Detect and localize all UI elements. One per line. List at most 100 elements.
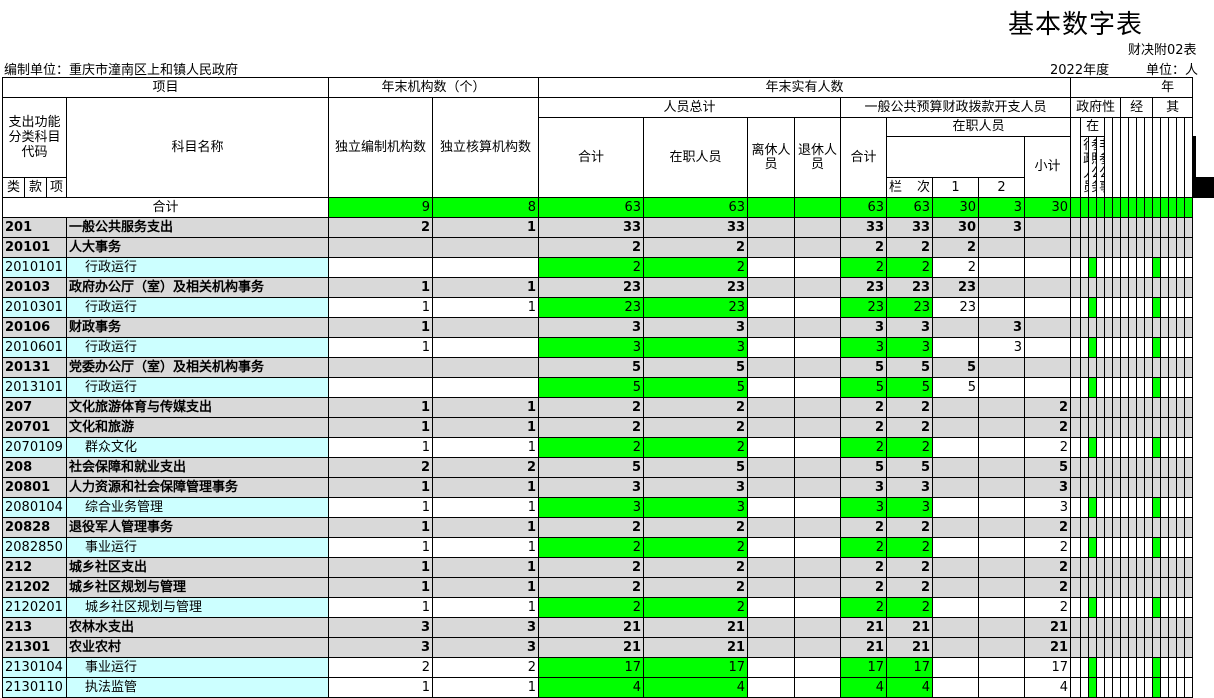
value-cell: 1 <box>432 477 540 498</box>
header-subject-name: 科目名称 <box>65 97 330 198</box>
value-cell: 1 <box>432 517 540 538</box>
value-cell: 2 <box>432 457 540 478</box>
value-cell <box>328 257 434 278</box>
value-cell <box>432 377 540 398</box>
subject-name: 城乡社区规划与管理 <box>65 577 330 598</box>
subject-code: 21202 <box>2 577 67 598</box>
value-cell: 2 <box>538 597 645 618</box>
value-cell: 1 <box>328 537 434 558</box>
value-cell <box>794 197 842 218</box>
value-cell: 21 <box>538 637 645 658</box>
header-on-duty: 在职人员 <box>886 117 1072 137</box>
value-cell <box>932 437 980 458</box>
value-cell: 2 <box>538 517 645 538</box>
value-cell <box>1024 317 1072 338</box>
value-cell <box>978 277 1026 298</box>
value-cell: 21 <box>1024 637 1072 658</box>
value-cell: 2 <box>1024 537 1072 558</box>
value-cell: 2 <box>1024 417 1072 438</box>
value-cell: 2 <box>538 537 645 558</box>
subject-code: 2082850 <box>2 537 67 558</box>
value-cell <box>932 617 980 638</box>
value-cell <box>747 217 796 238</box>
value-cell: 1 <box>432 557 540 578</box>
value-cell: 3 <box>432 617 540 638</box>
value-cell <box>747 237 796 258</box>
header-jing: 经 <box>1120 97 1154 118</box>
table-row: 207 文化旅游体育与传媒支出 1 1 2 2 2 2 2 <box>2 397 1214 418</box>
value-cell: 5 <box>840 377 888 398</box>
value-cell <box>747 437 796 458</box>
subject-name: 行政运行 <box>65 257 330 278</box>
value-cell <box>747 597 796 618</box>
value-cell: 1 <box>328 477 434 498</box>
value-cell: 2 <box>886 577 934 598</box>
value-cell: 2 <box>840 577 888 598</box>
value-cell <box>1024 337 1072 358</box>
subject-code: 20106 <box>2 317 67 338</box>
value-cell: 5 <box>932 357 980 378</box>
subject-code: 2080104 <box>2 497 67 518</box>
value-cell <box>978 297 1026 318</box>
subject-code: 20131 <box>2 357 67 378</box>
form-number: 财决附02表 <box>1128 43 1197 58</box>
value-cell: 3 <box>886 337 934 358</box>
value-cell: 2 <box>328 457 434 478</box>
value-cell <box>747 637 796 658</box>
value-cell <box>794 277 842 298</box>
value-cell: 4 <box>643 677 749 698</box>
value-cell: 2 <box>538 257 645 278</box>
value-cell <box>932 477 980 498</box>
value-cell: 2 <box>1024 577 1072 598</box>
value-cell: 4 <box>840 677 888 698</box>
header-qi: 其 <box>1152 97 1194 118</box>
header-zaizhi: 在职人员 <box>643 117 749 198</box>
value-cell: 23 <box>643 297 749 318</box>
value-cell <box>978 677 1026 698</box>
value-cell <box>1024 277 1072 298</box>
value-cell <box>978 237 1026 258</box>
value-cell: 2 <box>840 517 888 538</box>
value-cell: 3 <box>328 617 434 638</box>
subject-name: 事业运行 <box>65 537 330 558</box>
table-row: 2120201 城乡社区规划与管理 1 1 2 2 2 2 2 <box>2 597 1214 618</box>
value-cell <box>794 657 842 678</box>
subject-name: 文化和旅游 <box>65 417 330 438</box>
value-cell: 30 <box>932 217 980 238</box>
value-cell <box>978 417 1026 438</box>
value-cell: 17 <box>840 657 888 678</box>
value-cell <box>794 297 842 318</box>
value-cell <box>747 517 796 538</box>
header-year-end-orgs: 年末机构数（个） <box>328 77 540 98</box>
value-cell <box>794 377 842 398</box>
value-cell <box>932 457 980 478</box>
value-cell: 1 <box>328 597 434 618</box>
value-cell <box>978 597 1026 618</box>
subject-name: 行政运行 <box>65 297 330 318</box>
subject-name: 党委办公厅（室）及相关机构事务 <box>65 357 330 378</box>
table-row: 201 一般公共服务支出 2 1 33 33 33 33 30 3 <box>2 217 1214 238</box>
value-cell: 1 <box>432 597 540 618</box>
value-cell: 3 <box>538 477 645 498</box>
value-cell: 2 <box>643 597 749 618</box>
value-cell <box>1024 257 1072 278</box>
value-cell: 2 <box>538 417 645 438</box>
value-cell: 4 <box>886 677 934 698</box>
value-cell <box>794 237 842 258</box>
value-cell: 3 <box>538 337 645 358</box>
value-cell: 1 <box>328 557 434 578</box>
value-cell <box>432 317 540 338</box>
value-cell: 21 <box>643 617 749 638</box>
value-cell <box>978 357 1026 378</box>
value-cell <box>978 517 1026 538</box>
value-cell: 2 <box>932 237 980 258</box>
value-cell <box>432 237 540 258</box>
value-cell: 1 <box>432 677 540 698</box>
value-cell <box>978 257 1026 278</box>
table-row: 2010301 行政运行 1 1 23 23 23 23 23 <box>2 297 1214 318</box>
value-cell: 3 <box>840 317 888 338</box>
subject-code: 2013101 <box>2 377 67 398</box>
value-cell: 23 <box>538 297 645 318</box>
subject-code: 20701 <box>2 417 67 438</box>
value-cell: 5 <box>538 357 645 378</box>
